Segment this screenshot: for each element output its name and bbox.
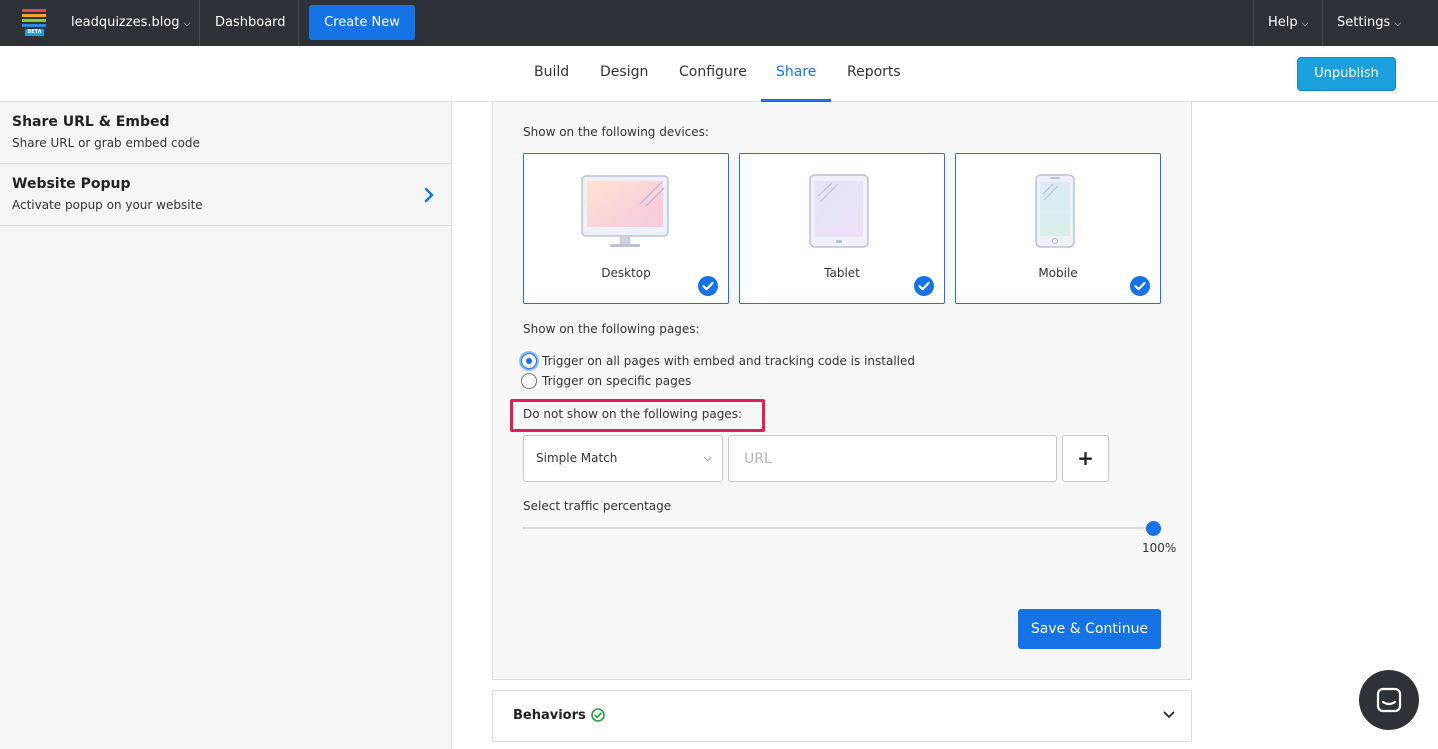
pages-label: Show on the following pages:: [523, 322, 700, 336]
quiz-tab-bar: Build Design Configure Share Reports Unp…: [0, 46, 1438, 102]
tablet-icon: [809, 174, 869, 248]
sidebar-item-subtitle: Share URL or grab embed code: [12, 136, 200, 150]
radio-specific-pages[interactable]: Trigger on specific pages: [521, 371, 691, 391]
chevron-down-icon: ⌵: [704, 453, 712, 464]
check-circle-icon: [698, 276, 718, 296]
unpublish-button[interactable]: Unpublish: [1297, 57, 1396, 91]
top-navbar: BETA leadquizzes.blog ⌵ Dashboard Create …: [0, 0, 1438, 46]
select-value: Simple Match: [536, 451, 618, 465]
beta-badge: BETA: [25, 29, 44, 36]
match-type-select[interactable]: Simple Match ⌵: [523, 435, 723, 482]
nav-divider: [298, 0, 299, 46]
chevron-down-icon: ⌵: [1301, 19, 1309, 29]
traffic-slider-handle[interactable]: [1146, 521, 1161, 536]
site-name: leadquizzes.blog: [71, 15, 180, 30]
behaviors-accordion[interactable]: Behaviors: [492, 690, 1192, 742]
accordion-title: Behaviors: [513, 708, 586, 723]
device-card-desktop[interactable]: Desktop: [523, 153, 729, 304]
site-selector[interactable]: leadquizzes.blog ⌵: [71, 0, 190, 46]
chat-launcher-button[interactable]: [1359, 670, 1419, 730]
traffic-value: 100%: [1142, 541, 1177, 555]
tab-build[interactable]: Build: [534, 46, 569, 102]
settings-label: Settings: [1337, 15, 1391, 30]
traffic-label: Select traffic percentage: [523, 499, 672, 513]
chevron-right-icon: [424, 187, 434, 203]
tab-reports[interactable]: Reports: [847, 46, 901, 102]
settings-menu[interactable]: Settings ⌵: [1337, 0, 1401, 46]
nav-divider: [1253, 0, 1254, 46]
nav-divider: [1322, 0, 1323, 46]
save-continue-button[interactable]: Save & Continue: [1018, 609, 1161, 649]
url-input[interactable]: [728, 435, 1057, 482]
tab-configure[interactable]: Configure: [679, 46, 747, 102]
radio-label: Trigger on all pages with embed and trac…: [542, 354, 915, 368]
plus-icon: +: [1077, 446, 1094, 470]
chevron-down-icon: ⌵: [1394, 19, 1402, 29]
radio-button[interactable]: [521, 373, 537, 389]
devices-label: Show on the following devices:: [523, 125, 709, 139]
chevron-down-icon: [1163, 711, 1175, 719]
sidebar-item-share-url[interactable]: Share URL & Embed Share URL or grab embe…: [0, 102, 451, 164]
radio-label: Trigger on specific pages: [542, 374, 692, 388]
traffic-slider-track[interactable]: [523, 527, 1154, 529]
chevron-down-icon: ⌵: [183, 19, 191, 29]
help-menu[interactable]: Help ⌵: [1268, 0, 1308, 46]
radio-button[interactable]: [521, 353, 537, 369]
check-circle-icon: [914, 276, 934, 296]
radio-all-pages[interactable]: Trigger on all pages with embed and trac…: [521, 351, 915, 371]
check-circle-icon: [1130, 276, 1150, 296]
share-sidebar: Share URL & Embed Share URL or grab embe…: [0, 102, 452, 749]
help-label: Help: [1268, 15, 1298, 30]
dashboard-link[interactable]: Dashboard: [215, 0, 286, 46]
exclude-pages-label: Do not show on the following pages:: [523, 407, 742, 421]
device-card-mobile[interactable]: Mobile: [955, 153, 1161, 304]
check-circle-icon: [591, 708, 605, 722]
chat-icon: [1376, 687, 1402, 713]
create-new-button[interactable]: Create New: [309, 5, 415, 40]
tab-share[interactable]: Share: [761, 46, 832, 102]
device-card-tablet[interactable]: Tablet: [739, 153, 945, 304]
mobile-icon: [1035, 174, 1075, 248]
desktop-icon: [581, 175, 669, 247]
leadquizzes-logo-icon[interactable]: BETA: [22, 9, 46, 36]
add-url-button[interactable]: +: [1062, 435, 1109, 482]
sidebar-item-title: Share URL & Embed: [12, 114, 170, 130]
sidebar-item-subtitle: Activate popup on your website: [12, 198, 203, 212]
nav-divider: [199, 0, 200, 46]
sidebar-item-title: Website Popup: [12, 176, 131, 192]
sidebar-item-website-popup[interactable]: Website Popup Activate popup on your web…: [0, 164, 451, 226]
tab-design[interactable]: Design: [600, 46, 648, 102]
